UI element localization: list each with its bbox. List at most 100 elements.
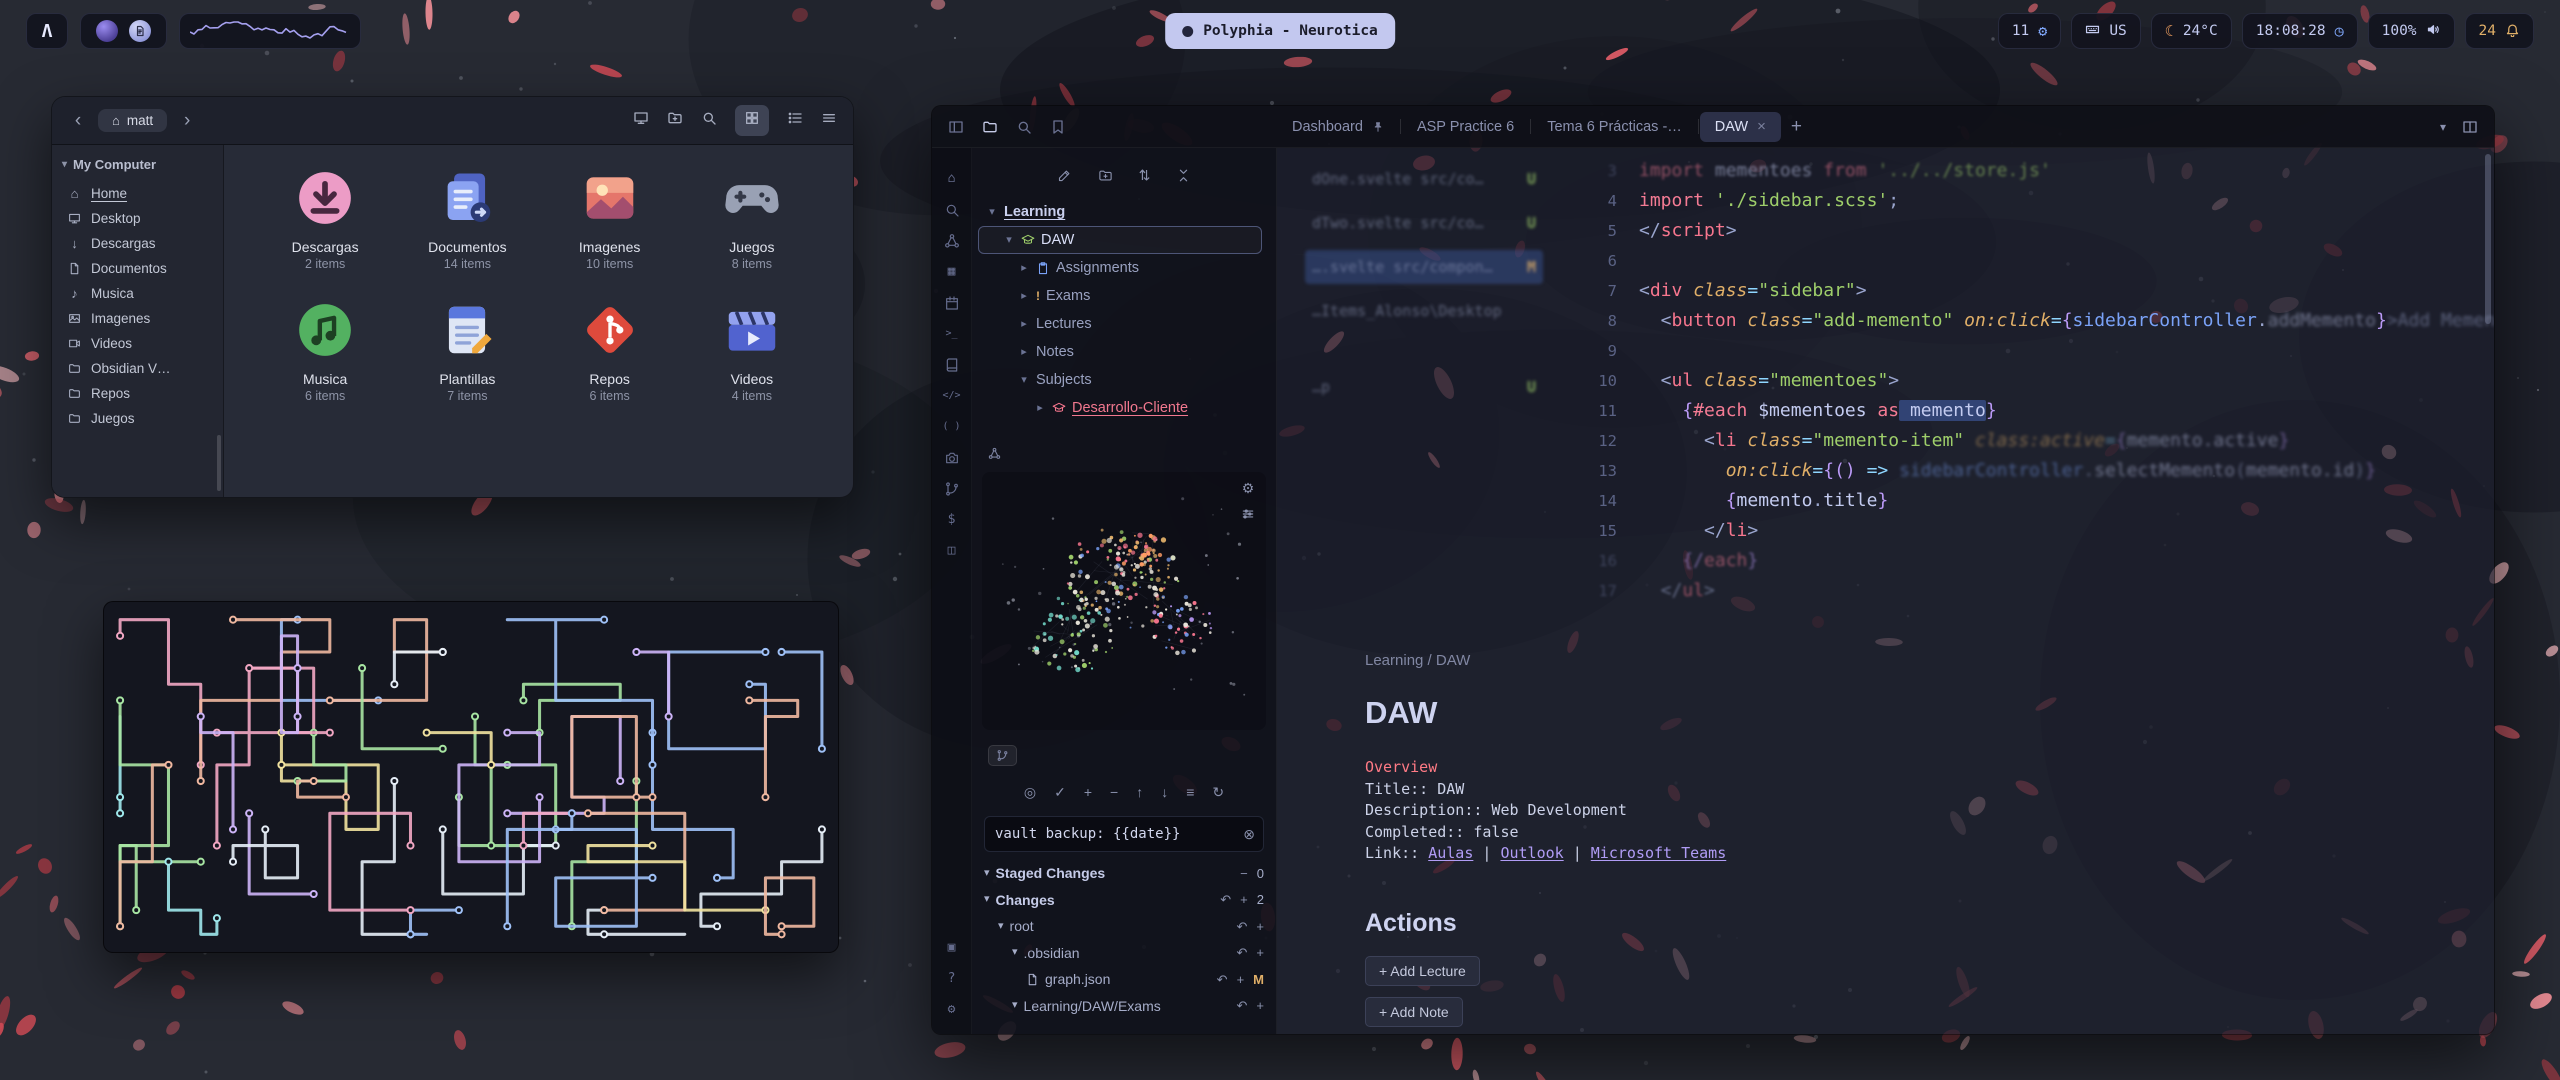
new-window-icon[interactable] [633,110,649,131]
close-icon[interactable]: × [1757,119,1766,134]
folder-videos[interactable]: Videos4 items [681,299,823,403]
pencilsq-button[interactable] [1057,168,1072,183]
parens-ribbon-button[interactable]: ( ) [941,416,963,437]
note-link-outlook[interactable]: Outlook [1500,844,1563,862]
code-block[interactable]: 3import mementoes from '../../store.js'4… [1277,148,2494,606]
editor-tab-tema-6-pr-cticas[interactable]: Tema 6 Prácticas -… [1532,112,1697,142]
help-ribbon-button[interactable]: ? [941,968,963,989]
explorer-item-lectures[interactable]: ▸Lectures [978,310,1270,338]
plus-icon[interactable]: + [1256,998,1264,1013]
calendar-ribbon-button[interactable] [941,292,963,313]
gear-ribbon-button[interactable]: ⚙ [941,999,963,1020]
box-ribbon-button[interactable]: ▣ [941,937,963,958]
sidebar-item-home[interactable]: ⌂Home [52,181,223,206]
git-minus-button[interactable]: − [1110,785,1118,799]
launcher-button[interactable]: Λ [26,13,68,49]
clear-commit-icon[interactable]: ⊗ [1243,826,1255,843]
sidebar-item-imagenes[interactable]: Imagenes [52,306,223,331]
camera-ribbon-button[interactable] [941,447,963,468]
terminal-ribbon-button[interactable]: >_ [941,323,963,344]
sidebar-item-documentos[interactable]: Documentos [52,256,223,281]
git-row-staged-changes[interactable]: ▾Staged Changes−0 [972,860,1276,887]
git-row-changes[interactable]: ▾Changes↶+2 [972,887,1276,914]
tab-list-chevron-icon[interactable]: ▾ [2440,121,2446,133]
sidebar-item-juegos[interactable]: Juegos [52,406,223,431]
folderplus-button[interactable] [1098,168,1113,183]
sidebar-item-repos[interactable]: Repos [52,381,223,406]
minus-icon[interactable]: − [1240,866,1248,881]
discard-icon[interactable]: ↶ [1220,892,1231,907]
graph-panel-icon[interactable] [988,447,1001,460]
home-ribbon-button[interactable]: ⌂ [941,168,963,189]
git-up-button[interactable]: ↑ [1136,785,1143,799]
list-view-icon[interactable] [787,110,803,131]
network-ribbon-button[interactable] [941,230,963,251]
folder-documentos[interactable]: Documentos14 items [396,167,538,271]
keyboard-layout-module[interactable]: US [2071,13,2140,49]
git-refresh-button[interactable]: ↻ [1212,785,1224,799]
plus-icon[interactable]: + [1256,919,1264,934]
explorer-item-subjects[interactable]: ▾Subjects [978,366,1270,394]
menu-icon[interactable] [821,110,837,131]
action-button-add-lecture[interactable]: + Add Lecture [1365,956,1480,986]
discard-icon[interactable]: ↶ [1237,998,1248,1013]
local-graph-view[interactable]: ⚙ [982,472,1266,730]
git-row-root[interactable]: ▾root↶+ [972,913,1276,940]
workspace-orb-active[interactable] [96,20,118,42]
plus-icon[interactable]: + [1256,945,1264,960]
branch-ribbon-button[interactable] [941,478,963,499]
commit-message-input[interactable] [985,826,1263,842]
git-down-button[interactable]: ↓ [1161,785,1168,799]
folder-juegos[interactable]: Juegos8 items [681,167,823,271]
clock-module[interactable]: 18:08:28 ◷ [2242,13,2358,49]
git-plus-button[interactable]: + [1084,785,1092,799]
folder-descargas[interactable]: Descargas2 items [254,167,396,271]
git-branch-icon[interactable] [996,749,1009,762]
sidebar-item-desktop[interactable]: Desktop [52,206,223,231]
git-row-obsidian[interactable]: ▾.obsidian↶+ [972,940,1276,967]
discard-icon[interactable]: ↶ [1217,972,1228,987]
weather-module[interactable]: ☾ 24°C [2151,13,2232,49]
new-folder-icon[interactable] [667,110,683,131]
explorer-item-notes[interactable]: ▸Notes [978,338,1270,366]
magnifier-panel-tab[interactable] [1016,119,1032,135]
code-ribbon-button[interactable]: </> [941,385,963,406]
breadcrumb[interactable]: ⌂ matt [98,109,167,132]
volume-module[interactable]: 100% [2368,13,2455,49]
git-row-graph-json[interactable]: graph.json↶+M [972,966,1276,993]
action-button-add-note[interactable]: + Add Note [1365,997,1463,1027]
note-link-microsoft-teams[interactable]: Microsoft Teams [1591,844,1726,862]
discard-icon[interactable]: ↶ [1237,919,1248,934]
explorer-item-learning[interactable]: ▾Learning [978,198,1270,226]
sidebar-scrollbar[interactable] [217,435,221,491]
now-playing-widget[interactable]: Polyphia - Neurotica [1165,13,1395,49]
explorer-item-assignments[interactable]: ▸Assignments [978,254,1270,282]
git-list-button[interactable]: ≡ [1186,785,1194,799]
folder-panel-tab[interactable] [982,119,998,135]
sidebar-item-videos[interactable]: Videos [52,331,223,356]
bookmark-panel-tab[interactable] [1050,119,1066,135]
forward-button[interactable]: › [177,110,197,132]
new-tab-button[interactable]: + [1791,116,1802,138]
git-circdot-button[interactable]: ◎ [1024,785,1036,799]
sidebar-item-musica[interactable]: ♪Musica [52,281,223,306]
search-icon[interactable] [701,110,717,131]
graph-settings-icon[interactable]: ⚙ [1242,481,1255,495]
grid-view-icon[interactable] [735,105,769,136]
editor-tab-daw[interactable]: DAW× [1700,112,1781,142]
sidebar-toggle-icon[interactable] [948,119,964,135]
folder-musica[interactable]: Musica6 items [254,299,396,403]
dice-ribbon-button[interactable]: ▦ [941,261,963,282]
discard-icon[interactable]: ↶ [1237,945,1248,960]
editor-tab-dashboard[interactable]: Dashboard [1277,112,1399,142]
note-link-aulas[interactable]: Aulas [1428,844,1473,862]
magnifier-ribbon-button[interactable] [941,199,963,220]
dice2-ribbon-button[interactable]: ◫ [941,540,963,561]
sidebar-item-obsidian-v[interactable]: Obsidian V… [52,356,223,381]
plus-icon[interactable]: + [1237,972,1245,987]
folder-imagenes[interactable]: Imagenes10 items [539,167,681,271]
editor-tab-asp-practice-6[interactable]: ASP Practice 6 [1402,112,1529,142]
sidebar-item-descargas[interactable]: ↓Descargas [52,231,223,256]
updates-module[interactable]: 11 ⚙ [1998,13,2062,49]
graph-filter-icon[interactable] [1241,507,1255,521]
